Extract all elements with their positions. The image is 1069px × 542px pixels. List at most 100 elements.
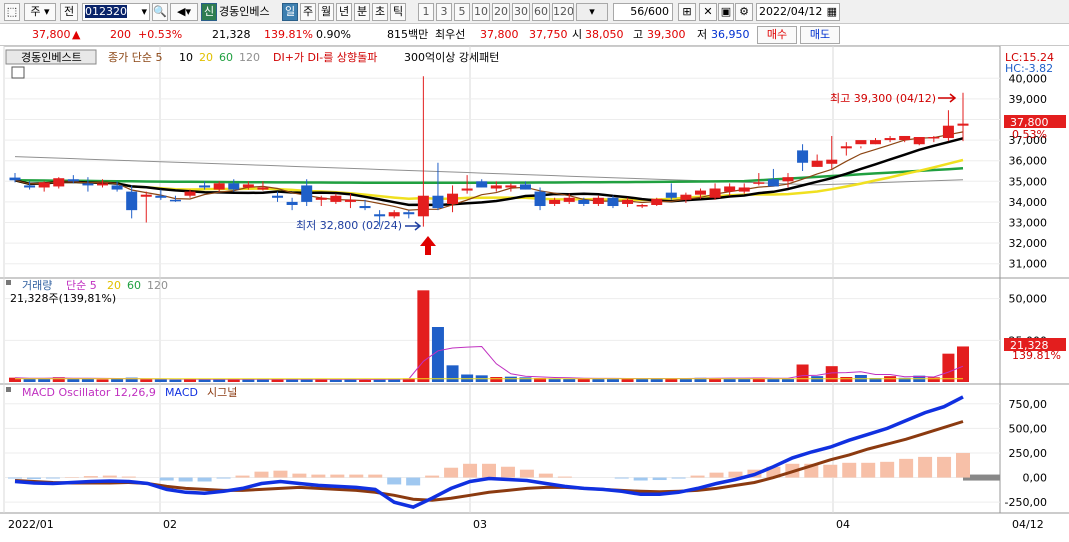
candle-body (695, 191, 706, 195)
interval-tab-1[interactable]: 1 (418, 3, 434, 21)
oscillator-bar (406, 478, 420, 486)
vol-ma60: 60 (127, 279, 141, 292)
price-tick: 39,000 (1009, 93, 1048, 106)
oscillator-bar (46, 478, 60, 479)
candle-body (578, 200, 589, 204)
interval-tab-20[interactable]: 20 (492, 3, 510, 21)
quote-open-label: 시 (572, 28, 582, 42)
candle-body (316, 198, 327, 200)
low-annotation: 최저 32,800 (02/24) (296, 219, 402, 232)
oscillator-bar (122, 477, 136, 478)
interval-tab-60[interactable]: 60 (532, 3, 550, 21)
prev-button[interactable]: 전 (60, 3, 78, 21)
volume-bar (928, 377, 940, 382)
candle-body (432, 196, 443, 208)
credit-badge[interactable]: 신 (201, 3, 217, 21)
volume-ma-label: 단순 5 (66, 279, 97, 292)
candle-body (593, 198, 604, 204)
interval-tab-120[interactable]: 120 (552, 3, 574, 21)
quote-best-bid: 37,800 (480, 28, 519, 42)
candle-body (257, 187, 268, 189)
vol-ma120: 120 (147, 279, 168, 292)
gear-icon[interactable]: ⚙ (735, 3, 753, 21)
candle-body (10, 178, 21, 181)
candle-body (53, 178, 64, 186)
candle-body (505, 185, 516, 187)
oscillator-bar (311, 475, 325, 478)
volume-bar (840, 377, 852, 382)
oscillator-bar (330, 475, 344, 478)
legend-ma60: 60 (219, 51, 233, 64)
candle-body (724, 186, 735, 191)
oscillator-bar (653, 478, 667, 480)
layout-icon[interactable]: ⬚ (4, 3, 20, 21)
volume-bar (782, 379, 794, 382)
buy-button[interactable]: 매수 (757, 26, 797, 44)
candle-body (389, 212, 400, 216)
interval-dropdown[interactable]: ▾ (576, 3, 608, 21)
volume-bar (826, 366, 838, 382)
candle-body (345, 200, 356, 202)
period-tab-5[interactable]: 초 (372, 3, 388, 21)
chart-canvas[interactable]: 31,00032,00033,00034,00035,00036,00037,0… (0, 46, 1069, 539)
sound-icon[interactable]: ◀▾ (170, 3, 198, 21)
period-tab-0[interactable]: 일 (282, 3, 298, 21)
search-icon[interactable]: 🔍 (152, 3, 168, 21)
volume-bar (184, 380, 196, 383)
oscillator-bar (217, 478, 231, 479)
candle-body (97, 183, 108, 185)
macd-tick: 750,00 (1009, 398, 1048, 411)
quote-best-label: 최우선 (435, 28, 465, 42)
x-label-feb: 02 (163, 518, 177, 531)
chart-type-select[interactable]: 주 ▾ (24, 3, 56, 21)
price-tick: 33,000 (1009, 217, 1048, 230)
interval-tab-3[interactable]: 3 (436, 3, 452, 21)
interval-tab-10[interactable]: 10 (472, 3, 490, 21)
candle-icon[interactable]: ⊞ (678, 3, 696, 21)
interval-tab-30[interactable]: 30 (512, 3, 530, 21)
quote-change-pct: +0.53% (138, 28, 182, 42)
candle-body (214, 183, 225, 189)
candle-body (710, 189, 721, 198)
count-total: /600 (644, 5, 669, 18)
chart-type-label: 주 (30, 5, 40, 18)
price-tick: 31,000 (1009, 258, 1048, 271)
save-icon[interactable]: ▣ (718, 3, 734, 21)
period-tab-4[interactable]: 분 (354, 3, 370, 21)
oscillator-bar (103, 476, 117, 478)
period-tab-3[interactable]: 년 (336, 3, 352, 21)
candle-body (476, 181, 487, 187)
period-tab-2[interactable]: 월 (318, 3, 334, 21)
count-input[interactable]: 56/600 (613, 3, 673, 21)
date-input[interactable]: 2022/04/12▦ (756, 3, 840, 21)
x-label-jan: 2022/01 (8, 518, 54, 531)
volume-bar (67, 379, 79, 382)
candle-body (360, 206, 371, 208)
candle-body (374, 214, 385, 216)
candle-body (520, 184, 531, 189)
candle-body (491, 185, 502, 188)
hc-label: HC:-3.82 (1005, 62, 1053, 75)
candle-body (68, 179, 79, 181)
volume-bar (315, 380, 327, 383)
volume-bar (957, 346, 969, 382)
volume-bar (97, 379, 109, 382)
quote-change: 200 (110, 28, 131, 42)
stock-chart[interactable]: 31,00032,00033,00034,00035,00036,00037,0… (0, 46, 1069, 539)
quote-volume-ratio: 139.81% (264, 28, 313, 42)
candle-body (126, 192, 137, 211)
oscillator-bar (899, 459, 913, 478)
candle-body (943, 126, 954, 138)
cross-icon[interactable]: ✕ (699, 3, 717, 21)
period-tab-6[interactable]: 틱 (390, 3, 406, 21)
stock-code-input[interactable]: 012320▾ (82, 3, 150, 21)
sell-button[interactable]: 매도 (800, 26, 840, 44)
interval-tab-5[interactable]: 5 (454, 3, 470, 21)
period-tab-1[interactable]: 주 (300, 3, 316, 21)
macd-collapse-icon (6, 387, 11, 392)
candle-body (928, 137, 939, 139)
quote-amount: 815백만 (387, 28, 428, 42)
candle-body (885, 138, 896, 140)
oscillator-bar (368, 475, 382, 478)
legend-name: 경동인베스트 (21, 51, 82, 64)
